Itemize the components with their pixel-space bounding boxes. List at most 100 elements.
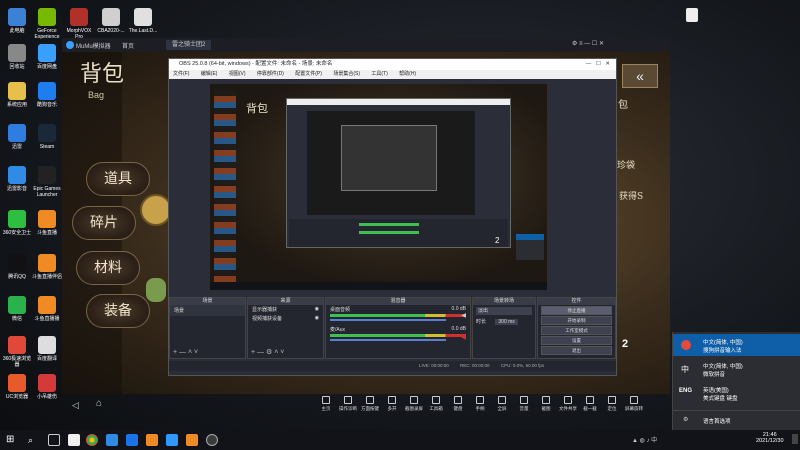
obs-preview[interactable]: 背包 2 [210,84,547,290]
nav-home-icon[interactable]: ⌂ [96,398,102,409]
douyu-icon[interactable] [146,434,158,446]
language-preferences-link[interactable]: 语言首选项 [703,417,731,425]
eye-icon[interactable]: ◉ [315,315,319,321]
desktop-icon[interactable]: 此电脑 [2,8,32,34]
maximize-icon[interactable]: ☐ [596,61,601,67]
desktop-icon[interactable]: 斗鱼直播播 [32,296,62,322]
settings-button[interactable]: 设置 [541,336,612,345]
desktop-icon[interactable]: 迅雷 [2,124,32,150]
obs-icon[interactable] [206,434,218,446]
task-view-icon[interactable] [48,434,60,446]
desktop-icon[interactable]: Epic Games Launcher [32,166,62,198]
desktop-icon[interactable]: 百度翻译 [32,336,62,362]
menu-scene-collection[interactable]: 场景集合(S) [333,71,360,77]
tab-cailiao[interactable]: 材料 [76,251,140,285]
menu-edit[interactable]: 编辑(E) [201,71,218,77]
desktop-icon[interactable]: 微信 [2,296,32,322]
menu-docks[interactable]: 停靠部件(D) [257,71,284,77]
desktop-icon[interactable]: 腾讯QQ [2,254,32,280]
studio-mode-button[interactable]: 工作室模式 [541,326,612,335]
add-icon[interactable]: + [251,349,255,356]
desktop-icon[interactable]: GeForce Experience [32,8,62,40]
desktop-icon[interactable]: 百度网盘 [32,44,62,70]
emulator-tool-button[interactable]: 截一截 [580,396,600,412]
remove-icon[interactable]: — [179,349,186,356]
emulator-tool-button[interactable]: 定位 [602,396,622,412]
app-icon[interactable] [106,434,118,446]
ime-item-microsoft[interactable]: 中 中文(简体, 中国) 微软拼音 [673,358,800,380]
menu-profile[interactable]: 配置文件(P) [295,71,322,77]
up-icon[interactable]: ˄ [188,349,192,356]
folder-icon[interactable] [68,434,80,446]
duration-input[interactable]: 300 ms [495,319,518,325]
down-icon[interactable]: ˅ [280,349,284,356]
emulator-tool-button[interactable]: 键盘 [448,396,468,412]
menu-view[interactable]: 视图(V) [229,71,246,77]
search-icon[interactable]: ⌕ [28,434,40,446]
menu-help[interactable]: 帮助(H) [399,71,416,77]
exit-button[interactable]: 退出 [541,346,612,355]
close-icon[interactable]: ✕ [605,61,610,67]
desktop-icon[interactable]: 360极速浏览器 [2,336,32,368]
tray-icons[interactable]: ▲ ◍ ♪ 中 [632,435,657,444]
emulator-tool-button[interactable]: 工具箱 [426,396,446,412]
desktop-icon[interactable]: 斗鱼直播 [32,210,62,236]
desktop-icon[interactable]: 系统应用 [2,82,32,108]
emulator-tool-button[interactable]: 截图录屏 [404,396,424,412]
windows-start-icon[interactable]: ⊞ [6,434,18,446]
emulator-tool-button[interactable]: 屏幕旋转 [624,396,644,412]
emulator-tool-button[interactable]: 多开 [382,396,402,412]
app-icon[interactable] [126,434,138,446]
emulator-tool-button[interactable]: 文件共享 [558,396,578,412]
ime-item-sogou[interactable]: 中文(简体, 中国) 搜狗拼音输入法 [673,334,800,356]
desktop-icon[interactable]: The.Last.D... [128,8,158,34]
mumu-icon[interactable] [166,434,178,446]
stop-streaming-button[interactable]: 停止直播 [541,306,612,315]
emulator-tool-button[interactable]: 方面按键 [360,396,380,412]
desktop-icon[interactable]: MorphVOX Pro [64,8,94,40]
settings-icon[interactable]: ⚙ [572,41,577,47]
emulator-tool-button[interactable]: 全屏 [492,396,512,412]
desktop-icon[interactable]: 回收站 [2,44,32,70]
up-icon[interactable]: ˄ [274,349,278,356]
desktop-icon[interactable]: CBA2020-... [96,8,126,34]
maximize-icon[interactable]: ☐ [592,41,597,47]
desktop-shortcut-icon[interactable] [686,8,698,22]
emulator-tool-button[interactable]: 截图 [536,396,556,412]
menu-file[interactable]: 文件(F) [173,71,189,77]
emulator-tool-button[interactable]: 主页 [316,396,336,412]
menu-icon[interactable]: ≡ [579,41,583,47]
desktop-icon[interactable]: 迅雷影音 [2,166,32,192]
chrome-icon[interactable] [86,434,98,446]
minimize-icon[interactable]: — [586,61,592,67]
volume-slider[interactable] [330,319,446,321]
menu-tools[interactable]: 工具(T) [371,71,387,77]
desktop-icon[interactable]: 酷狗音乐 [32,82,62,108]
potion-item[interactable] [146,278,166,302]
emulator-tool-button[interactable]: 手柄 [470,396,490,412]
desktop-icon[interactable]: UC浏览器 [2,374,32,400]
scene-item[interactable]: 场景 [170,305,245,316]
tab-daoju[interactable]: 道具 [86,162,150,196]
mic-muted-icon[interactable]: ◀ [461,334,466,341]
back-arrow-icon[interactable]: « [622,64,658,88]
eye-icon[interactable]: ◉ [315,306,319,312]
desktop-icon[interactable]: 小吊雄伤 [32,374,62,400]
start-recording-button[interactable]: 开始录制 [541,316,612,325]
desktop-icon[interactable]: 斗鱼直播伴侣 [32,254,62,280]
speaker-icon[interactable]: ◀ [461,312,466,319]
ime-item-english[interactable]: ENG 英语(美国) 美式键盘 键盘 [673,382,800,404]
minimize-icon[interactable]: — [584,41,590,47]
transition-select[interactable]: 淡出 [476,307,532,315]
tab-suipian[interactable]: 碎片 [72,206,136,240]
notification-icon[interactable] [792,434,798,444]
close-icon[interactable]: ✕ [599,41,604,47]
desktop-icon[interactable]: Steam [32,124,62,150]
emulator-tool-button[interactable]: 操作诊断 [338,396,358,412]
clock[interactable]: 21:46 2021/12/30 [756,432,784,444]
down-icon[interactable]: ˅ [194,349,198,356]
settings-icon[interactable]: ⚙ [266,349,272,356]
emulator-tool-button[interactable]: 音量 [514,396,534,412]
source-item[interactable]: 视频捕获设备 ◉ [248,314,323,323]
desktop-icon[interactable]: 360安全卫士 [2,210,32,236]
